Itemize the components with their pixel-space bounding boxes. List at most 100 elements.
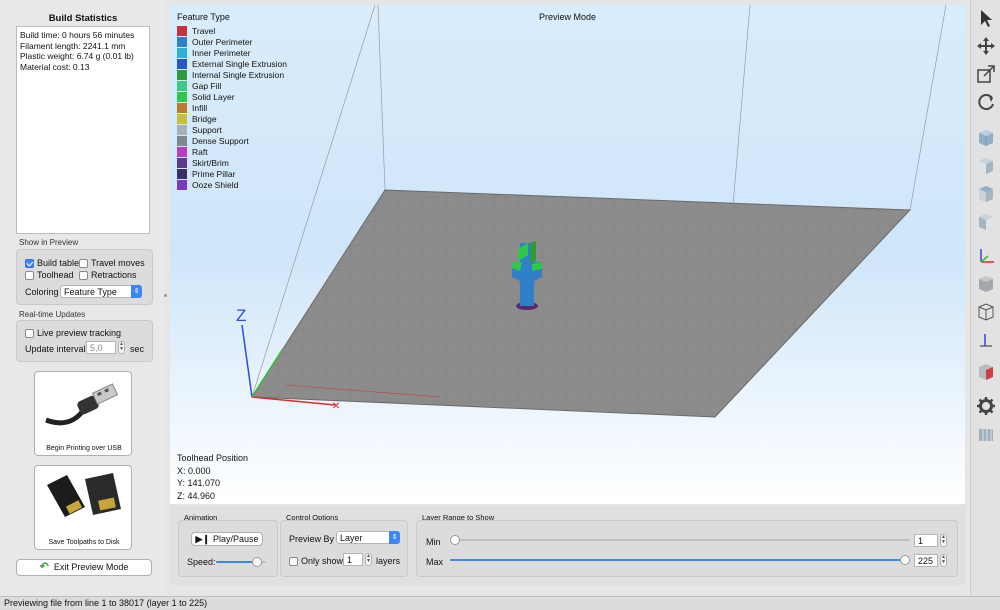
checkbox-unchecked-icon <box>25 329 34 338</box>
legend-item: Outer Perimeter <box>177 37 287 48</box>
rotate-icon[interactable] <box>976 92 996 112</box>
axis-arrow-icon[interactable] <box>976 330 996 350</box>
speed-slider-knob[interactable] <box>252 557 262 567</box>
speed-slider-fill <box>216 561 257 563</box>
legend-item: Solid Layer <box>177 92 287 103</box>
move-icon[interactable] <box>976 36 996 56</box>
realtime-updates-title: Real-time Updates <box>19 310 86 319</box>
live-preview-label: Live preview tracking <box>37 328 122 338</box>
exit-preview-mode-button[interactable]: ↶ Exit Preview Mode <box>16 559 152 576</box>
only-show-layers-input[interactable]: 1 <box>343 553 363 566</box>
min-slider-knob[interactable] <box>450 535 460 545</box>
splitter-handle[interactable] <box>164 294 167 297</box>
preview-by-select[interactable]: Layer ⇕ <box>336 531 400 544</box>
legend-item: Travel <box>177 26 287 37</box>
only-show-checkbox[interactable]: Only show <box>289 556 343 566</box>
retractions-checkbox[interactable]: Retractions <box>79 270 137 280</box>
legend-title: Feature Type <box>177 12 230 22</box>
live-preview-checkbox[interactable]: Live preview tracking <box>25 328 121 338</box>
legend-item: Skirt/Brim <box>177 158 287 169</box>
speed-slider[interactable] <box>216 557 266 569</box>
travel-moves-checkbox[interactable]: Travel moves <box>79 258 145 268</box>
build-table-label: Build table <box>37 258 80 268</box>
only-show-label: Only show <box>301 556 344 566</box>
min-layer-input[interactable]: 1 <box>914 534 938 547</box>
save-toolpaths-button[interactable]: Save Toolpaths to Disk <box>34 465 132 550</box>
solid-cube-icon[interactable] <box>976 274 996 294</box>
min-layer-stepper[interactable]: ▲ ▼ <box>940 534 947 547</box>
max-slider-knob[interactable] <box>900 555 910 565</box>
sd-button-label: Save Toolpaths to Disk <box>48 539 120 546</box>
right-toolbar <box>970 0 1000 596</box>
exit-preview-label: Exit Preview Mode <box>53 562 129 572</box>
column-icon[interactable] <box>976 424 996 444</box>
legend-item: Support <box>177 125 287 136</box>
min-slider-track <box>450 539 910 541</box>
update-interval-stepper[interactable]: ▲ ▼ <box>118 341 125 354</box>
play-pause-label: Play/Pause <box>212 534 259 544</box>
max-layer-input[interactable]: 225 <box>914 554 938 567</box>
feature-legend: Travel Outer Perimeter Inner Perimeter E… <box>177 26 287 191</box>
only-show-stepper[interactable]: ▲ ▼ <box>365 553 372 566</box>
travel-moves-label: Travel moves <box>91 258 145 268</box>
legend-item: Internal Single Extrusion <box>177 70 287 81</box>
min-layer-slider[interactable] <box>450 535 910 547</box>
control-options-group: Preview By Layer ⇕ Only show 1 ▲ ▼ layers <box>280 520 408 577</box>
build-plate <box>251 189 912 418</box>
update-interval-unit: sec <box>130 344 145 354</box>
begin-printing-usb-button[interactable]: Begin Printing over USB <box>34 371 132 456</box>
max-slider-fill <box>450 559 905 561</box>
legend-item: Ooze Shield <box>177 180 287 191</box>
legend-item: Infill <box>177 103 287 114</box>
update-interval-input[interactable]: 5,0 <box>86 341 116 354</box>
layer-range-group: Min 1 ▲ ▼ Max 225 ▲ ▼ <box>416 520 958 577</box>
checkbox-unchecked-icon <box>79 271 88 280</box>
legend-swatch <box>177 114 187 124</box>
axes-icon[interactable] <box>976 246 996 266</box>
coloring-value: Feature Type <box>64 287 117 297</box>
build-table-checkbox[interactable]: Build table <box>25 258 79 268</box>
preview-viewport[interactable]: × Feature Type Travel Outer Perimeter In… <box>170 5 965 504</box>
max-layer-slider[interactable] <box>450 555 910 567</box>
legend-item: External Single Extrusion <box>177 59 287 70</box>
toolhead-position: Toolhead Position X: 0.000 Y: 141.070 Z:… <box>177 452 248 502</box>
settings-gear-icon[interactable] <box>976 396 996 416</box>
legend-swatch <box>177 169 187 179</box>
legend-swatch <box>177 147 187 157</box>
status-bar: Previewing file from line 1 to 38017 (la… <box>0 596 1000 610</box>
scale-icon[interactable] <box>976 64 996 84</box>
pointer-icon[interactable] <box>976 8 996 28</box>
stat-filament-length: Filament length: 2241.1 mm <box>20 40 126 51</box>
z-axis-label: Z <box>236 306 247 325</box>
svg-text:×: × <box>332 397 340 413</box>
legend-item: Inner Perimeter <box>177 48 287 59</box>
show-in-preview-group: Build table Travel moves Toolhead Retrac… <box>16 249 153 305</box>
retractions-label: Retractions <box>91 270 137 280</box>
checkbox-unchecked-icon <box>25 271 34 280</box>
legend-swatch <box>177 70 187 80</box>
toolhead-x: X: 0.000 <box>177 465 211 476</box>
coloring-select[interactable]: Feature Type ⇕ <box>60 285 142 298</box>
stat-build-time: Build time: 0 hours 56 minutes <box>20 30 135 40</box>
section-cube-icon[interactable] <box>976 362 996 382</box>
play-pause-button[interactable]: ▶❙ Play/Pause <box>191 532 263 546</box>
usb-cable-icon <box>45 383 119 426</box>
view-side-cube-icon[interactable] <box>976 212 996 232</box>
wireframe-cube-icon[interactable] <box>976 302 996 322</box>
select-arrows-icon: ⇕ <box>131 285 142 298</box>
preview-by-label: Preview By <box>289 534 335 544</box>
usb-button-label: Begin Printing over USB <box>46 445 122 452</box>
legend-item: Prime Pillar <box>177 169 287 180</box>
toolhead-checkbox[interactable]: Toolhead <box>25 270 74 280</box>
toolhead-y: Y: 141.070 <box>177 478 221 488</box>
legend-swatch <box>177 158 187 168</box>
layers-label: layers <box>376 556 401 566</box>
view-iso-cube-icon[interactable] <box>976 128 996 148</box>
select-arrows-icon: ⇕ <box>389 531 400 544</box>
legend-swatch <box>177 26 187 36</box>
view-top-cube-icon[interactable] <box>976 184 996 204</box>
checkbox-checked-icon <box>25 259 34 268</box>
max-layer-stepper[interactable]: ▲ ▼ <box>940 554 947 567</box>
view-front-cube-icon[interactable] <box>976 156 996 176</box>
preview-mode-title: Preview Mode <box>538 12 597 22</box>
